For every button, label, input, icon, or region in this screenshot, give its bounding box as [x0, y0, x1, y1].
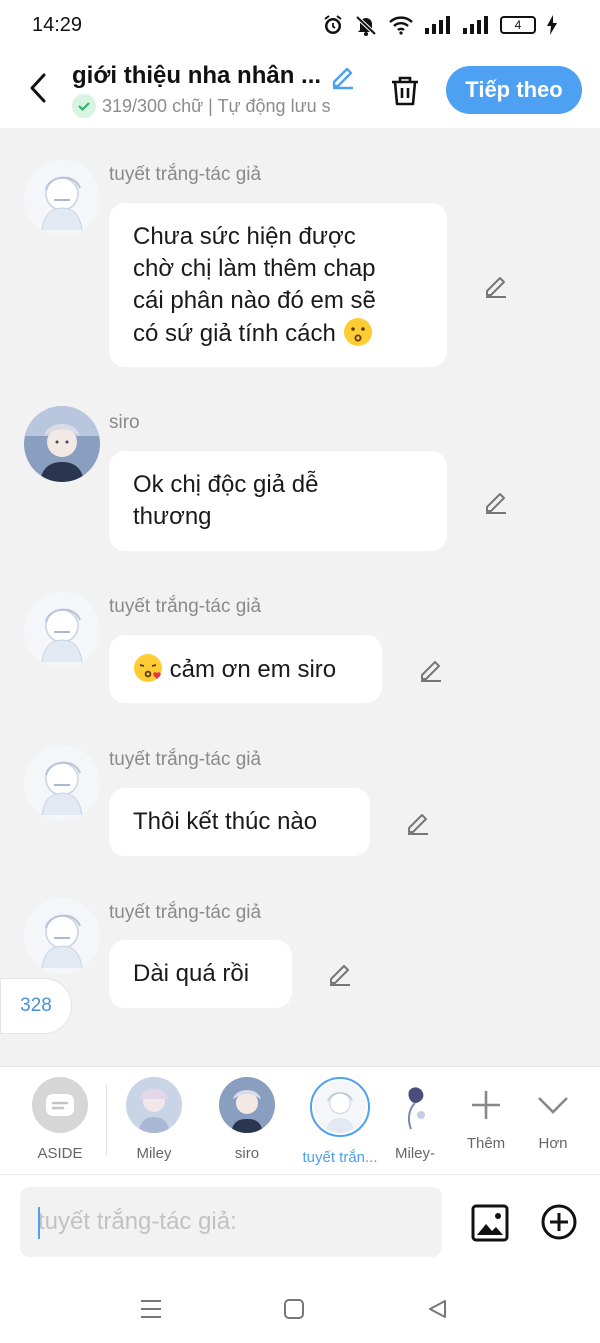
character-tuyet-trang[interactable]: tuyết trắn...	[300, 1077, 380, 1166]
message: tuyết trắng-tác giả cảm ơn em siro	[0, 590, 600, 710]
avatar	[310, 1077, 370, 1137]
message-count-badge[interactable]: 328	[0, 978, 72, 1034]
pencil-icon	[486, 277, 506, 298]
page-title: giới thiệu nha nhân ...	[72, 62, 322, 89]
message-text: cảm ơn em siro	[169, 656, 337, 683]
sender-name: tuyết trắng-tác giả	[109, 596, 262, 617]
trash-icon	[392, 76, 418, 106]
avatar	[126, 1077, 182, 1133]
message-line: thương	[133, 503, 212, 530]
word-count-status: 319/300 chữ | Tự động lưu s	[102, 95, 331, 116]
message-line: Ok chị độc giả dễ	[133, 471, 319, 498]
alarm-icon	[324, 15, 342, 34]
character-siro[interactable]: siro	[207, 1077, 287, 1162]
charging-icon	[547, 15, 557, 35]
sender-name: tuyết trắng-tác giả	[109, 749, 262, 770]
character-label: siro	[234, 1145, 260, 1162]
avatar	[219, 1077, 275, 1133]
character-miley[interactable]: Miley	[114, 1077, 194, 1162]
kissing-face-icon	[343, 318, 372, 346]
sender-name: tuyết trắng-tác giả	[109, 902, 262, 923]
insert-image-button[interactable]	[470, 1203, 510, 1243]
back-arrow-icon	[30, 73, 46, 103]
status-bar: 14:29 4	[0, 0, 600, 52]
pencil-icon	[421, 661, 441, 682]
message-bubble[interactable]: Thôi kết thúc nào	[109, 788, 370, 856]
signal-icon-2	[463, 16, 488, 34]
text-caret	[38, 1207, 40, 1239]
plus-circle-icon	[541, 1204, 577, 1240]
avatar[interactable]	[24, 898, 100, 974]
message-line: Chưa sức hiện được	[133, 223, 356, 250]
edit-message-button[interactable]	[481, 486, 511, 516]
message-input[interactable]	[20, 1187, 442, 1257]
character-label: ASIDE	[37, 1145, 83, 1162]
message-bubble[interactable]: Dài quá rồi	[109, 940, 292, 1008]
composer	[0, 1174, 600, 1274]
title-block: giới thiệu nha nhân ... 319/300 chữ | Tự…	[72, 62, 362, 118]
message-text: Thôi kết thúc nào	[133, 808, 318, 835]
battery-icon: 4	[500, 16, 536, 34]
edit-message-button[interactable]	[416, 654, 446, 684]
pencil-icon	[408, 814, 428, 835]
pencil-icon	[330, 965, 350, 986]
menu-button[interactable]	[136, 1294, 166, 1324]
next-button[interactable]: Tiếp theo	[446, 66, 582, 114]
character-miley-2[interactable]: Miley-	[393, 1077, 437, 1162]
message-line: có sứ giả tính cách	[133, 320, 336, 347]
face-blowing-kiss-icon	[134, 654, 162, 682]
more-label: Hơn	[538, 1135, 568, 1152]
edit-message-button[interactable]	[481, 270, 511, 300]
message-bubble[interactable]: Chưa sức hiện được chờ chị làm thêm chap…	[109, 203, 447, 367]
sender-name: siro	[109, 412, 140, 433]
message-bubble[interactable]: Ok chị độc giả dễ thương	[109, 451, 447, 551]
avatar[interactable]	[24, 160, 100, 236]
avatar	[395, 1077, 435, 1133]
chevron-down-icon	[538, 1097, 568, 1114]
menu-icon	[141, 1300, 161, 1318]
back-triangle-icon	[429, 1300, 446, 1318]
check-icon	[72, 94, 96, 118]
message: siro Ok chị độc giả dễ thương	[0, 406, 600, 556]
message-line: chờ chị làm thêm chap	[133, 255, 376, 282]
plus-icon	[472, 1091, 500, 1119]
back-nav-button[interactable]	[422, 1294, 452, 1324]
more-characters-button[interactable]: Hơn	[513, 1077, 593, 1152]
avatar[interactable]	[24, 745, 100, 821]
message-text: Dài quá rồi	[133, 960, 250, 987]
edit-title-icon[interactable]	[329, 62, 357, 90]
wifi-icon	[389, 16, 413, 35]
system-nav-bar	[0, 1274, 600, 1343]
chat-area[interactable]: tuyết trắng-tác giả Chưa sức hiện được c…	[0, 128, 600, 1066]
more-options-button[interactable]	[540, 1203, 578, 1241]
delete-button[interactable]	[384, 70, 426, 112]
image-icon	[471, 1204, 509, 1242]
sender-name: tuyết trắng-tác giả	[109, 164, 262, 185]
edit-message-button[interactable]	[325, 958, 355, 988]
avatar[interactable]	[24, 406, 100, 482]
message: tuyết trắng-tác giả Chưa sức hiện được c…	[0, 158, 600, 403]
character-aside[interactable]: ASIDE	[20, 1077, 100, 1162]
message-line: cái phân nào đó em sẽ	[133, 287, 376, 314]
home-button[interactable]	[279, 1294, 309, 1324]
aside-icon	[32, 1077, 88, 1133]
avatar[interactable]	[24, 592, 100, 668]
back-button[interactable]	[20, 68, 56, 108]
editor-header: giới thiệu nha nhân ... 319/300 chữ | Tự…	[0, 52, 600, 128]
home-square-icon	[284, 1299, 304, 1319]
message-bubble[interactable]: cảm ơn em siro	[109, 635, 382, 703]
status-icons: 4	[322, 14, 558, 36]
pencil-icon	[486, 493, 506, 514]
message: tuyết trắng-tác giả Dài quá rồi	[0, 896, 600, 1016]
divider	[106, 1085, 107, 1155]
character-label: tuyết trắn...	[302, 1149, 378, 1166]
character-label: Miley-	[395, 1145, 435, 1162]
signal-icon	[425, 16, 450, 34]
status-time: 14:29	[32, 14, 83, 36]
mute-bell-icon	[355, 15, 377, 36]
message: tuyết trắng-tác giả Thôi kết thúc nào	[0, 743, 600, 863]
character-label: Miley	[136, 1145, 172, 1162]
character-bar: ASIDE Miley siro tuyết trắn... Miley- Th…	[0, 1066, 600, 1174]
edit-message-button[interactable]	[403, 807, 433, 837]
